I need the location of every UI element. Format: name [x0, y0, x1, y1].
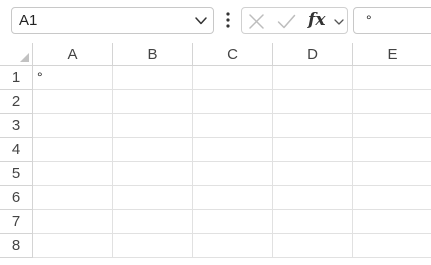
column-header-c[interactable]: C — [193, 43, 273, 66]
cell-e2[interactable] — [353, 90, 431, 114]
cell-b1[interactable] — [113, 66, 193, 90]
column-header-e[interactable]: E — [353, 43, 431, 66]
column-header-b[interactable]: B — [113, 43, 193, 66]
vertical-ellipsis-icon[interactable] — [225, 11, 231, 29]
formula-value: ° — [366, 12, 372, 28]
formula-bar: A1 fx ° — [0, 0, 431, 41]
cell-c6[interactable] — [193, 186, 273, 210]
cell-e7[interactable] — [353, 210, 431, 234]
cell-d4[interactable] — [273, 138, 353, 162]
name-box[interactable]: A1 — [11, 7, 214, 34]
cell-c2[interactable] — [193, 90, 273, 114]
cell-b8[interactable] — [113, 234, 193, 258]
cell-a3[interactable] — [33, 114, 113, 138]
select-all-triangle-icon — [20, 53, 29, 62]
cell-a8[interactable] — [33, 234, 113, 258]
chevron-down-icon[interactable] — [333, 17, 345, 27]
formula-input[interactable]: ° — [353, 7, 431, 34]
cell-b5[interactable] — [113, 162, 193, 186]
column-header-a[interactable]: A — [33, 43, 113, 66]
cell-a7[interactable] — [33, 210, 113, 234]
close-icon[interactable] — [248, 13, 265, 30]
row-header-6[interactable]: 6 — [0, 186, 33, 210]
select-all-button[interactable] — [0, 43, 33, 66]
cell-e6[interactable] — [353, 186, 431, 210]
cell-c5[interactable] — [193, 162, 273, 186]
cell-e3[interactable] — [353, 114, 431, 138]
cell-c1[interactable] — [193, 66, 273, 90]
cell-c8[interactable] — [193, 234, 273, 258]
insert-function-icon[interactable]: fx — [308, 8, 325, 33]
cell-a6[interactable] — [33, 186, 113, 210]
cell-d5[interactable] — [273, 162, 353, 186]
cell-d1[interactable] — [273, 66, 353, 90]
cell-a4[interactable] — [33, 138, 113, 162]
cell-d2[interactable] — [273, 90, 353, 114]
row-header-2[interactable]: 2 — [0, 90, 33, 114]
formula-controls: fx — [241, 7, 348, 34]
cell-b7[interactable] — [113, 210, 193, 234]
cell-c4[interactable] — [193, 138, 273, 162]
cell-d8[interactable] — [273, 234, 353, 258]
spreadsheet-window: A1 fx ° A B C D E 1 ° 2 3 4 5 6 7 8 — [0, 0, 431, 265]
cell-e5[interactable] — [353, 162, 431, 186]
cell-a5[interactable] — [33, 162, 113, 186]
cell-c3[interactable] — [193, 114, 273, 138]
row-header-4[interactable]: 4 — [0, 138, 33, 162]
cell-b2[interactable] — [113, 90, 193, 114]
sheet-grid: A B C D E 1 ° 2 3 4 5 6 7 8 — [0, 43, 431, 265]
cell-b6[interactable] — [113, 186, 193, 210]
row-header-5[interactable]: 5 — [0, 162, 33, 186]
row-header-3[interactable]: 3 — [0, 114, 33, 138]
checkmark-icon[interactable] — [277, 13, 296, 30]
cell-e1[interactable] — [353, 66, 431, 90]
cell-d6[interactable] — [273, 186, 353, 210]
row-header-7[interactable]: 7 — [0, 210, 33, 234]
cell-a2[interactable] — [33, 90, 113, 114]
cell-e8[interactable] — [353, 234, 431, 258]
cell-b4[interactable] — [113, 138, 193, 162]
cell-b3[interactable] — [113, 114, 193, 138]
cell-d7[interactable] — [273, 210, 353, 234]
row-header-1[interactable]: 1 — [0, 66, 33, 90]
cell-c7[interactable] — [193, 210, 273, 234]
chevron-down-icon[interactable] — [194, 15, 208, 27]
column-header-d[interactable]: D — [273, 43, 353, 66]
cell-a1[interactable]: ° — [33, 66, 113, 90]
cell-d3[interactable] — [273, 114, 353, 138]
cell-e4[interactable] — [353, 138, 431, 162]
row-header-8[interactable]: 8 — [0, 234, 33, 258]
name-box-value: A1 — [19, 12, 38, 29]
